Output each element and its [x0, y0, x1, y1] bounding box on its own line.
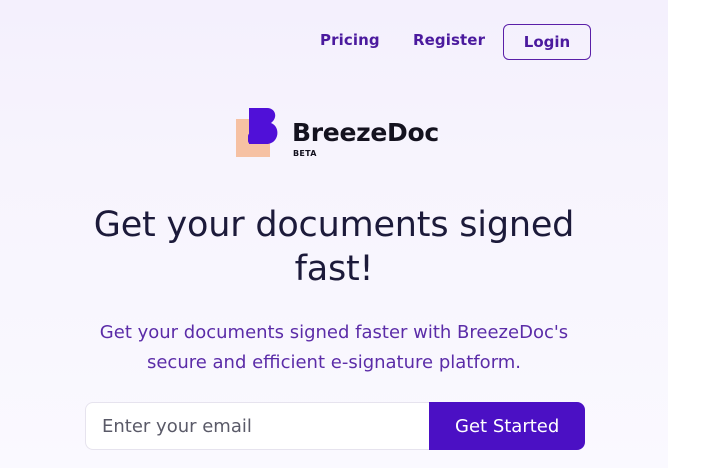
landing-page: Pricing Register Login BreezeDoc BETA Ge…: [0, 0, 668, 468]
brand-name: BreezeDoc: [292, 118, 439, 147]
nav-register-link[interactable]: Register: [413, 31, 485, 49]
page-margin: [668, 0, 702, 468]
beta-badge: BETA: [293, 149, 317, 158]
nav-pricing-link[interactable]: Pricing: [320, 31, 380, 49]
get-started-button[interactable]: Get Started: [429, 402, 585, 450]
hero-headline: Get your documents signed fast!: [93, 205, 575, 289]
login-button[interactable]: Login: [503, 24, 591, 60]
hero-subtext: Get your documents signed faster with Br…: [99, 322, 569, 373]
signup-form: Get Started: [85, 402, 585, 450]
breezedoc-logo-icon: [236, 108, 278, 157]
email-input[interactable]: [85, 402, 430, 450]
brand-logo[interactable]: BreezeDoc BETA: [236, 108, 439, 160]
